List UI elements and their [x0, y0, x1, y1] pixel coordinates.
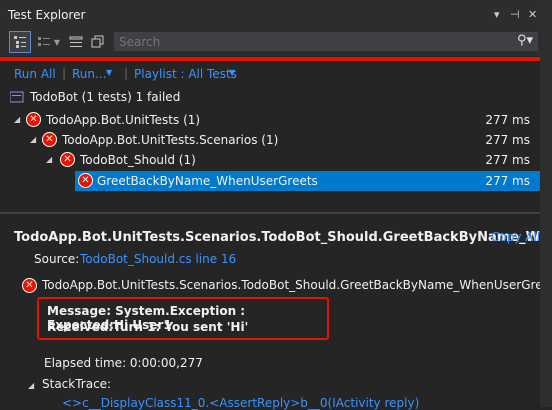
playlist-icon	[69, 36, 83, 47]
scrollbar[interactable]	[540, 0, 552, 407]
test-full-name: TodoApp.Bot.UnitTests.Scenarios.TodoBot_…	[42, 278, 552, 292]
hierarchy-icon	[14, 36, 26, 48]
failed-icon: ✕	[26, 112, 41, 127]
separator: |	[62, 66, 67, 80]
failed-icon: ✕	[42, 132, 57, 147]
stacktrace-label: StackTrace:	[42, 377, 112, 391]
search-icon[interactable]: ⚲▾	[517, 33, 533, 48]
expanded-arrow-icon[interactable]: ◢	[46, 150, 52, 170]
failed-icon: ✕	[60, 152, 75, 167]
group-by-button[interactable]	[34, 32, 54, 52]
copy-button[interactable]	[88, 32, 108, 52]
tree-duration: 277 ms	[485, 174, 530, 188]
error-message-line-2: Received:Turn 1: You sent 'Hi'	[47, 320, 249, 334]
action-bar: Run All | Run... ▼ | Playlist : All Test…	[0, 64, 552, 84]
run-link[interactable]: Run...	[72, 67, 106, 81]
expanded-arrow-icon[interactable]: ◢	[14, 110, 20, 130]
tree-row-namespace[interactable]: ◢ ✕ TodoApp.Bot.UnitTests.Scenarios (1) …	[0, 130, 540, 150]
source-label: Source:	[34, 252, 80, 266]
title-bar: Test Explorer ▾ ⊣ ✕	[0, 0, 552, 29]
search-box[interactable]: ⚲▾	[114, 32, 538, 51]
copy-all-link[interactable]: Copy All	[491, 230, 540, 244]
tree-label: TodoApp.Bot.UnitTests.Scenarios (1)	[62, 133, 279, 147]
separator: |	[124, 66, 129, 80]
list-icon	[38, 37, 50, 46]
detail-title: TodoApp.Bot.UnitTests.Scenarios.TodoBot_…	[14, 230, 552, 245]
elapsed-time: Elapsed time: 0:00:00,277	[44, 356, 203, 370]
window-menu-button[interactable]: ▾	[494, 8, 500, 21]
playlist-chevron-down-icon[interactable]: ▼	[229, 68, 235, 77]
run-chevron-down-icon[interactable]: ▼	[106, 68, 112, 77]
pin-button[interactable]: ⊣	[510, 8, 520, 21]
failed-icon: ✕	[78, 173, 93, 188]
failed-status-bar	[0, 57, 540, 61]
window-title: Test Explorer	[8, 8, 86, 22]
copy-icon	[91, 35, 104, 48]
error-message-box: Message: System.Exception : Expected:Hi …	[37, 297, 329, 340]
tree-label: TodoApp.Bot.UnitTests (1)	[46, 113, 201, 127]
stacktrace-link[interactable]: <>c__DisplayClass11_0.<AssertReply>b__0(…	[62, 396, 419, 410]
panel-splitter[interactable]	[0, 212, 552, 214]
playlist-link[interactable]: Playlist : All Tests	[134, 67, 237, 81]
group-by-hierarchy-button[interactable]	[9, 31, 31, 53]
expanded-arrow-icon[interactable]: ◢	[30, 130, 36, 150]
tree-duration: 277 ms	[485, 133, 530, 147]
tree-row-assembly[interactable]: ◢ ✕ TodoApp.Bot.UnitTests (1) 277 ms	[0, 110, 540, 130]
group-dropdown-chevron-icon[interactable]: ▼	[52, 32, 62, 52]
toolbar: ▼ ⚲▾	[0, 29, 552, 56]
tree-duration: 277 ms	[485, 113, 530, 127]
tree-duration: 277 ms	[485, 153, 530, 167]
search-input[interactable]	[119, 34, 509, 49]
project-icon	[9, 91, 24, 106]
close-button[interactable]: ✕	[528, 8, 537, 21]
failed-icon: ✕	[22, 278, 37, 293]
tree-row-test[interactable]: ✕ GreetBackByName_WhenUserGreets 277 ms	[0, 171, 540, 191]
run-all-link[interactable]: Run All	[14, 67, 56, 81]
test-summary: TodoBot (1 tests) 1 failed	[30, 90, 181, 104]
tree-row-class[interactable]: ◢ ✕ TodoBot_Should (1) 277 ms	[0, 150, 540, 170]
tree-label: TodoBot_Should (1)	[80, 153, 196, 167]
tree-label: GreetBackByName_WhenUserGreets	[97, 174, 318, 188]
source-link[interactable]: TodoBot_Should.cs line 16	[80, 252, 236, 266]
expanded-arrow-icon[interactable]: ◢	[28, 381, 34, 390]
playlist-button[interactable]	[66, 32, 86, 52]
